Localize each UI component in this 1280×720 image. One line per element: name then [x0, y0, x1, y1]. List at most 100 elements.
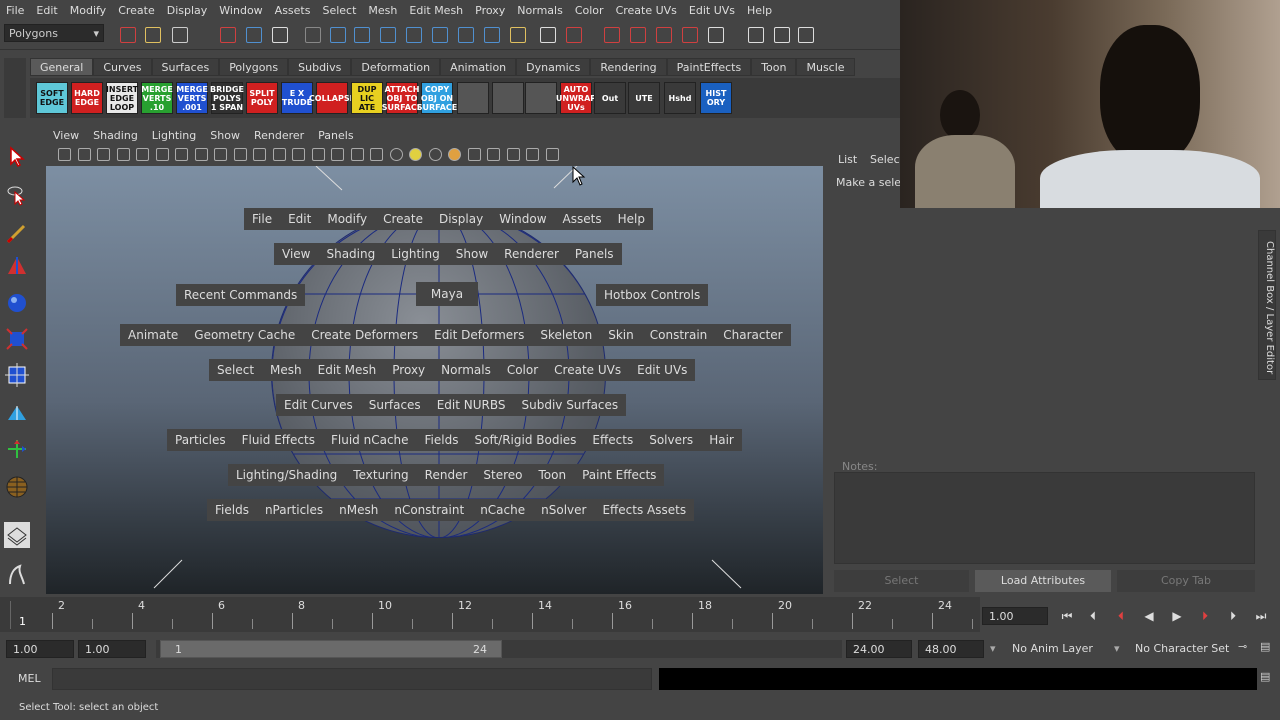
status-tool-icon[interactable]	[656, 27, 672, 43]
anim-layer-dropdown-icon[interactable]: ▾	[990, 642, 996, 655]
shelf-tab-subdivs[interactable]: Subdivs	[288, 58, 352, 76]
hotbox-item-show[interactable]: Show	[448, 243, 496, 265]
hotbox-item-renderer[interactable]: Renderer	[496, 243, 567, 265]
hotbox-item-ncache[interactable]: nCache	[472, 499, 533, 521]
channel-box-menu-select[interactable]: Select	[870, 153, 904, 166]
hotbox-item-skin[interactable]: Skin	[600, 324, 642, 346]
hotbox-item-fields[interactable]: Fields	[207, 499, 257, 521]
hotbox-item-nparticles[interactable]: nParticles	[257, 499, 331, 521]
channel-box-menu-list[interactable]: List	[838, 153, 857, 166]
hotbox-item-edit-mesh[interactable]: Edit Mesh	[310, 359, 385, 381]
hotbox-item-render[interactable]: Render	[417, 464, 476, 486]
shelf-button-hshd[interactable]: Hshd	[664, 82, 696, 114]
status-tool-icon[interactable]	[458, 27, 474, 43]
hotbox-controls[interactable]: Hotbox Controls	[596, 284, 709, 306]
script-editor-icon[interactable]: ▤	[1260, 670, 1270, 683]
hotbox-item-texturing[interactable]: Texturing	[345, 464, 416, 486]
time-slider[interactable]: 2 4 6 8 10 12 14 16 18 20 22 24 1	[0, 597, 980, 632]
menu-set-selector[interactable]: Polygons ▾	[4, 24, 104, 42]
shelf-tab-dynamics[interactable]: Dynamics	[516, 58, 591, 76]
viewport-toolbar-icon[interactable]	[467, 148, 481, 161]
shelf-tab-rendering[interactable]: Rendering	[590, 58, 667, 76]
shelf-tab-painteffects[interactable]: PaintEffects	[666, 58, 752, 76]
status-tool-icon[interactable]	[604, 27, 620, 43]
shelf-button-collapse[interactable]: COLLAPSE	[309, 82, 355, 114]
shelf-button-hist-ory[interactable]: HIST ORY	[700, 82, 732, 114]
mel-label[interactable]: MEL	[18, 672, 41, 685]
range-slider-handle[interactable]: 1 24	[160, 640, 502, 658]
mel-input[interactable]	[52, 668, 652, 690]
lasso-tool-icon[interactable]	[4, 182, 30, 208]
hotbox-item-constrain[interactable]: Constrain	[642, 324, 716, 346]
hotbox-item-animate[interactable]: Animate	[120, 324, 186, 346]
hotbox-item-effects-assets[interactable]: Effects Assets	[594, 499, 694, 521]
status-tool-icon[interactable]	[380, 27, 396, 43]
viewport-toolbar-icon[interactable]	[77, 148, 91, 161]
hotbox-item-window[interactable]: Window	[491, 208, 554, 230]
character-set-dropdown-icon[interactable]: ▾	[1114, 642, 1120, 655]
hotbox-item-edit-uvs[interactable]: Edit UVs	[629, 359, 695, 381]
viewport-menu-show[interactable]: Show	[203, 127, 247, 145]
soft-mod-tool-icon[interactable]	[4, 400, 30, 426]
shelf-tab-curves[interactable]: Curves	[93, 58, 152, 76]
viewport-toolbar-icon[interactable]	[409, 148, 422, 161]
viewport-toolbar-icon[interactable]	[175, 148, 188, 161]
hotbox-item-lighting[interactable]: Lighting	[383, 243, 448, 265]
status-tool-icon[interactable]	[798, 27, 814, 43]
shelf-button-copy-obj-on-surface[interactable]: COPY OBJ ON SURFACE	[417, 82, 457, 114]
hotbox-item-view[interactable]: View	[274, 243, 318, 265]
time-slider-track[interactable]	[10, 601, 976, 629]
status-tool-icon[interactable]	[330, 27, 346, 43]
hotbox-item-subdiv-surfaces[interactable]: Subdiv Surfaces	[513, 394, 626, 416]
viewport-menu-lighting[interactable]: Lighting	[145, 127, 203, 145]
menu-normals[interactable]: Normals	[511, 4, 569, 17]
hotbox-item-proxy[interactable]: Proxy	[384, 359, 433, 381]
viewport-menu-view[interactable]: View	[46, 127, 86, 145]
hotbox-item-paint-effects[interactable]: Paint Effects	[574, 464, 664, 486]
current-time-field[interactable]: 1.00	[982, 607, 1048, 625]
viewport-toolbar-icon[interactable]	[155, 148, 169, 161]
shelf-button-insert-edge-loop[interactable]: INSERT EDGE LOOP	[106, 82, 138, 114]
viewport-menu-shading[interactable]: Shading	[86, 127, 145, 145]
menu-edit-mesh[interactable]: Edit Mesh	[403, 4, 469, 17]
hotbox-item-edit-nurbs[interactable]: Edit NURBS	[429, 394, 514, 416]
hotbox-item-create-uvs[interactable]: Create UVs	[546, 359, 629, 381]
menu-color[interactable]: Color	[569, 4, 610, 17]
hotbox-item-edit-curves[interactable]: Edit Curves	[276, 394, 361, 416]
hotbox-item-geometry-cache[interactable]: Geometry Cache	[186, 324, 303, 346]
shelf-tab-general[interactable]: General	[30, 58, 94, 76]
viewport-toolbar-icon[interactable]	[526, 148, 539, 161]
play-forward-icon[interactable]: ▶	[1166, 607, 1188, 625]
hotbox-item-soft-rigid-bodies[interactable]: Soft/Rigid Bodies	[466, 429, 584, 451]
viewport-toolbar-icon[interactable]	[214, 148, 227, 161]
viewport-toolbar-icon[interactable]	[506, 148, 520, 161]
status-tool-icon[interactable]	[630, 27, 646, 43]
shelf-tab-surfaces[interactable]: Surfaces	[151, 58, 220, 76]
shelf-button-merge-verts-10[interactable]: MERGE VERTS .10	[141, 82, 173, 114]
shelf-button-dup-lic-ate[interactable]: DUP LIC ATE	[351, 82, 383, 114]
single-perspective-layout-icon[interactable]	[4, 522, 30, 548]
hotbox-item-fields[interactable]: Fields	[417, 429, 467, 451]
status-tool-icon[interactable]	[540, 27, 556, 43]
shelf-tab-polygons[interactable]: Polygons	[219, 58, 289, 76]
scale-tool-icon[interactable]	[4, 326, 30, 352]
notes-field[interactable]	[834, 472, 1255, 564]
shelf-tab-animation[interactable]: Animation	[440, 58, 517, 76]
animation-start-field[interactable]: 1.00	[6, 640, 74, 658]
playback-end-field[interactable]: 24.00	[846, 640, 912, 658]
status-tool-icon[interactable]	[246, 27, 262, 43]
ae-copy-tab-button[interactable]: Copy Tab	[1117, 570, 1255, 592]
hotbox-item-nsolver[interactable]: nSolver	[533, 499, 594, 521]
viewport-toolbar-icon[interactable]	[292, 148, 305, 161]
menu-mesh[interactable]: Mesh	[362, 4, 403, 17]
step-back-frame-icon[interactable]: ⏴	[1110, 607, 1132, 625]
status-tool-icon[interactable]	[708, 27, 724, 43]
status-tool-icon[interactable]	[145, 27, 161, 43]
status-tool-icon[interactable]	[484, 27, 500, 43]
shelf-button-icon-13[interactable]	[492, 82, 524, 114]
status-tool-icon[interactable]	[406, 27, 422, 43]
hotbox-item-modify[interactable]: Modify	[319, 208, 375, 230]
shelf-button-hard-edge[interactable]: HARD EDGE	[71, 82, 103, 114]
menu-create-uvs[interactable]: Create UVs	[610, 4, 683, 17]
hotbox-center-maya[interactable]: Maya	[416, 282, 478, 306]
